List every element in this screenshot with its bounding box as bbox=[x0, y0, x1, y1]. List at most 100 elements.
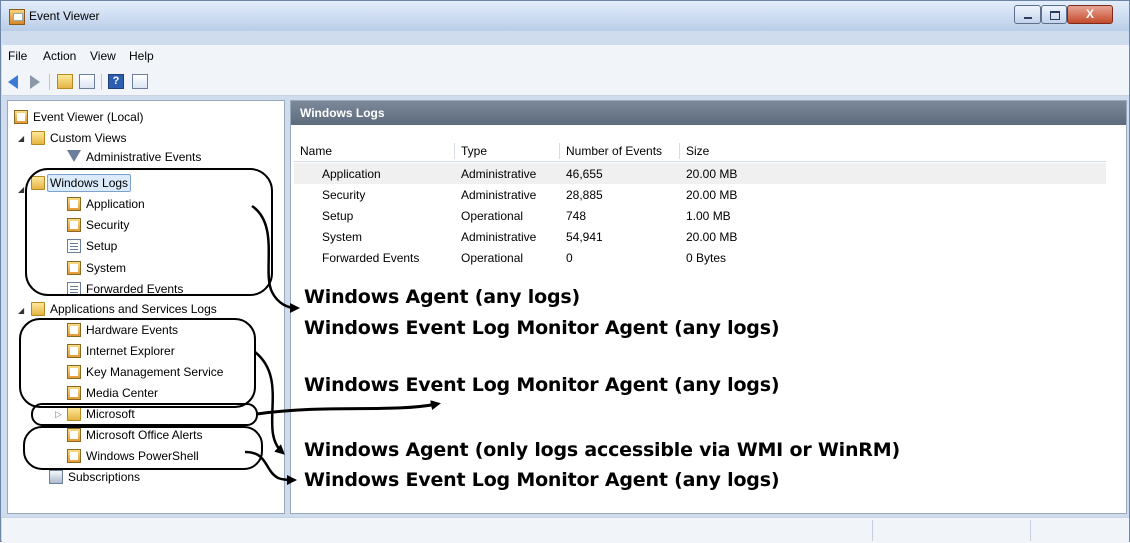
tree-item-hardware-events[interactable]: Hardware Events bbox=[67, 320, 178, 340]
tree-item-label: Media Center bbox=[86, 386, 159, 400]
column-header-size[interactable]: Size bbox=[686, 144, 709, 158]
tree-item-windows-logs[interactable]: Windows Logs bbox=[31, 173, 132, 193]
cell-type: Administrative bbox=[461, 167, 537, 181]
annotation-event-log-monitor-agent: Windows Event Log Monitor Agent (any log… bbox=[304, 469, 780, 491]
tree-item-label: Microsoft Office Alerts bbox=[86, 428, 203, 442]
log-icon bbox=[67, 365, 81, 379]
content-header: Windows Logs bbox=[291, 101, 1126, 125]
close-button[interactable]: X bbox=[1067, 5, 1113, 24]
table-row[interactable]: Application Administrative 46,655 20.00 … bbox=[294, 163, 1106, 184]
tree-item-key-management-service[interactable]: Key Management Service bbox=[67, 362, 223, 382]
tree-item-label: Applications and Services Logs bbox=[50, 302, 217, 316]
folder-icon bbox=[31, 302, 45, 316]
cell-size: 20.00 MB bbox=[686, 167, 738, 181]
show-hide-action-pane-icon[interactable] bbox=[132, 74, 148, 89]
minimize-button[interactable] bbox=[1014, 5, 1041, 24]
event-viewer-icon bbox=[9, 9, 25, 25]
help-icon[interactable]: ? bbox=[108, 74, 124, 89]
menu-help[interactable]: Help bbox=[129, 49, 154, 63]
log-icon bbox=[67, 261, 81, 275]
log-icon bbox=[67, 428, 81, 442]
tree-item-event-viewer-local[interactable]: Event Viewer (Local) bbox=[14, 107, 144, 127]
table-row[interactable]: System Administrative 54,941 20.00 MB bbox=[294, 226, 1106, 247]
tree-item-microsoft-office-alerts[interactable]: Microsoft Office Alerts bbox=[67, 425, 202, 445]
tree-item-label: Internet Explorer bbox=[86, 344, 175, 358]
folder-icon bbox=[31, 176, 45, 190]
tree-item-system[interactable]: System bbox=[67, 258, 126, 278]
maximize-button[interactable] bbox=[1041, 5, 1067, 24]
up-folder-icon[interactable] bbox=[57, 74, 73, 89]
tree-item-label: Security bbox=[86, 218, 130, 232]
tree-item-applications-and-services-logs[interactable]: Applications and Services Logs bbox=[31, 299, 217, 319]
table-row[interactable]: Setup Operational 748 1.00 MB bbox=[294, 205, 1106, 226]
cell-number-of-events: 28,885 bbox=[566, 188, 603, 202]
collapsed-triangle-icon[interactable]: ▷ bbox=[55, 409, 62, 420]
menu-action[interactable]: Action bbox=[43, 49, 76, 63]
cell-type: Administrative bbox=[461, 188, 537, 202]
status-bar bbox=[2, 517, 1129, 543]
log-icon bbox=[67, 344, 81, 358]
cell-type: Administrative bbox=[461, 230, 537, 244]
column-divider[interactable] bbox=[679, 143, 680, 159]
back-arrow-icon[interactable] bbox=[8, 75, 18, 89]
tree-item-windows-powershell[interactable]: Windows PowerShell bbox=[67, 446, 199, 466]
cell-size: 20.00 MB bbox=[686, 230, 738, 244]
tree-item-subscriptions[interactable]: Subscriptions bbox=[49, 467, 140, 487]
tree-item-label: Custom Views bbox=[50, 131, 127, 145]
cell-number-of-events: 54,941 bbox=[566, 230, 603, 244]
console-tree[interactable]: Event Viewer (Local) ◢ Custom Views Admi… bbox=[7, 100, 285, 514]
cell-name: Setup bbox=[322, 209, 354, 223]
column-header-number-of-events[interactable]: Number of Events bbox=[566, 144, 662, 158]
toolbar-separator bbox=[49, 74, 50, 90]
tree-item-application[interactable]: Application bbox=[67, 194, 145, 214]
annotation-event-log-monitor-agent: Windows Event Log Monitor Agent (any log… bbox=[304, 374, 780, 396]
menu-file[interactable]: File bbox=[8, 49, 27, 63]
cell-name: Forwarded Events bbox=[322, 251, 420, 265]
tree-item-microsoft[interactable]: Microsoft bbox=[67, 404, 135, 424]
menu-bar: File Action View Help bbox=[2, 45, 1129, 69]
table-header: Name Type Number of Events Size bbox=[294, 141, 1106, 162]
table-row[interactable]: Security Administrative 28,885 20.00 MB bbox=[294, 184, 1106, 205]
cell-type: Operational bbox=[461, 209, 524, 223]
column-divider[interactable] bbox=[559, 143, 560, 159]
tree-item-label: Application bbox=[86, 197, 145, 211]
cell-size: 0 Bytes bbox=[686, 251, 727, 265]
cell-size: 1.00 MB bbox=[686, 209, 731, 223]
column-header-type[interactable]: Type bbox=[461, 144, 487, 158]
filter-icon bbox=[67, 150, 81, 164]
expand-triangle-icon[interactable]: ◢ bbox=[18, 134, 24, 143]
tree-item-label: System bbox=[86, 261, 127, 275]
cell-number-of-events: 46,655 bbox=[566, 167, 603, 181]
log-icon bbox=[67, 323, 81, 337]
log-icon bbox=[67, 218, 81, 232]
table-row[interactable]: Forwarded Events Operational 0 0 Bytes bbox=[294, 247, 1106, 268]
log-icon bbox=[67, 282, 81, 296]
title-bar[interactable]: Event Viewer X bbox=[1, 1, 1129, 31]
subscriptions-icon bbox=[49, 470, 63, 484]
annotation-windows-agent: Windows Agent (any logs) bbox=[304, 286, 580, 308]
log-icon bbox=[67, 239, 81, 253]
column-header-name[interactable]: Name bbox=[300, 144, 332, 158]
tree-item-forwarded-events[interactable]: Forwarded Events bbox=[67, 279, 183, 299]
status-divider bbox=[1030, 520, 1031, 541]
tree-item-administrative-events[interactable]: Administrative Events bbox=[67, 147, 201, 167]
tree-item-custom-views[interactable]: Custom Views bbox=[31, 128, 126, 148]
content-title: Windows Logs bbox=[300, 106, 385, 120]
tree-item-media-center[interactable]: Media Center bbox=[67, 383, 158, 403]
window-title: Event Viewer bbox=[29, 9, 100, 23]
forward-arrow-icon[interactable] bbox=[30, 75, 40, 89]
log-icon bbox=[67, 449, 81, 463]
expand-triangle-icon[interactable]: ◢ bbox=[18, 306, 24, 315]
tree-item-security[interactable]: Security bbox=[67, 215, 129, 235]
menu-view[interactable]: View bbox=[90, 49, 116, 63]
tree-item-label: Windows Logs bbox=[47, 174, 132, 192]
expand-triangle-icon[interactable]: ◢ bbox=[18, 185, 24, 194]
tree-item-label: Event Viewer (Local) bbox=[33, 110, 144, 124]
close-icon: X bbox=[1085, 7, 1094, 21]
column-divider[interactable] bbox=[454, 143, 455, 159]
folder-icon bbox=[31, 131, 45, 145]
tree-item-label: Windows PowerShell bbox=[86, 449, 199, 463]
show-hide-console-tree-icon[interactable] bbox=[79, 74, 95, 89]
tree-item-setup[interactable]: Setup bbox=[67, 236, 117, 256]
tree-item-internet-explorer[interactable]: Internet Explorer bbox=[67, 341, 175, 361]
